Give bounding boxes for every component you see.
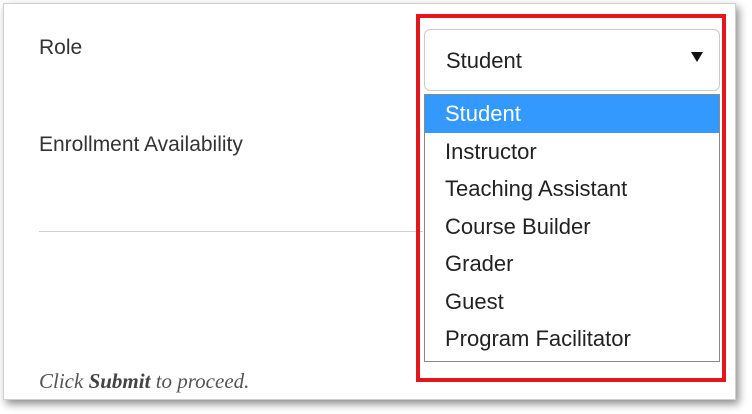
caret-down-icon xyxy=(691,52,703,62)
role-option-program-facilitator[interactable]: Program Facilitator xyxy=(425,320,719,358)
role-select-value: Student xyxy=(446,48,522,73)
role-option-grader[interactable]: Grader xyxy=(425,245,719,283)
role-label: Role xyxy=(39,36,83,59)
role-option-teaching-assistant[interactable]: Teaching Assistant xyxy=(425,170,719,208)
role-dropdown-list: Student Instructor Teaching Assistant Co… xyxy=(424,94,720,362)
instruction-suffix: to proceed. xyxy=(155,369,250,393)
role-option-guest[interactable]: Guest xyxy=(425,283,719,321)
role-option-instructor[interactable]: Instructor xyxy=(425,133,719,171)
role-option-student[interactable]: Student xyxy=(425,95,719,133)
instruction-submit-word: Submit xyxy=(88,369,151,393)
instruction-prefix: Click xyxy=(39,369,84,393)
section-divider xyxy=(39,231,423,232)
enrollment-form-panel: Role Enrollment Availability Click Submi… xyxy=(3,3,736,400)
role-option-course-builder[interactable]: Course Builder xyxy=(425,208,719,246)
submit-instruction: Click Submit to proceed. xyxy=(39,369,249,394)
role-select[interactable]: Student xyxy=(424,29,720,91)
enrollment-availability-label: Enrollment Availability xyxy=(39,133,243,156)
